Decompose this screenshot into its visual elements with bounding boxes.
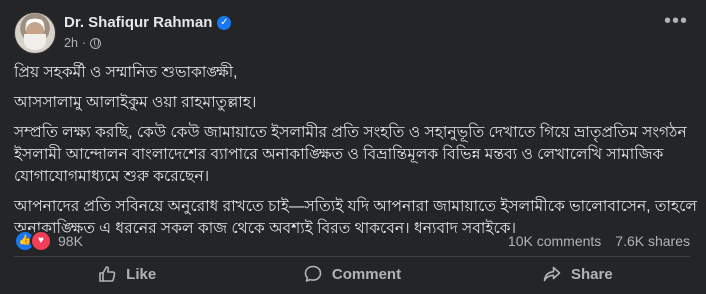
- post-paragraph-2: আসসালামু আলাইকুম ওয়া রাহমাতুল্লাহ।: [14, 94, 257, 111]
- facebook-post: Dr. Shafiqur Rahman ✓ 2h · ••• প্রিয় সহ…: [0, 0, 706, 294]
- share-icon: [543, 266, 561, 282]
- reaction-count: 98K: [58, 233, 83, 249]
- reactions-summary[interactable]: 👍 ♥ 98K: [14, 230, 83, 252]
- share-button[interactable]: Share: [465, 258, 690, 290]
- thumbs-up-icon: [99, 266, 116, 282]
- author-name[interactable]: Dr. Shafiqur Rahman: [64, 14, 212, 31]
- avatar[interactable]: [14, 12, 56, 54]
- post-meta: 2h ·: [64, 36, 102, 50]
- like-label: Like: [126, 265, 157, 283]
- reaction-icons: 👍 ♥: [14, 230, 52, 252]
- post-actions: Like Comment Share: [14, 258, 690, 290]
- post-time[interactable]: 2h: [64, 36, 78, 50]
- engagement-counts: 10K comments 7.6K shares: [508, 233, 690, 249]
- more-options-icon[interactable]: •••: [664, 10, 688, 33]
- like-button[interactable]: Like: [14, 258, 239, 290]
- post-paragraph-1: প্রিয় সহকর্মী ও সম্মানিত শুভাকাঙ্ক্ষী,: [14, 64, 238, 81]
- meta-separator: ·: [81, 36, 87, 50]
- globe-icon: [90, 37, 102, 49]
- divider: [14, 256, 690, 257]
- author-row: Dr. Shafiqur Rahman ✓: [64, 14, 232, 31]
- comment-icon: [304, 265, 322, 282]
- post-stats: 👍 ♥ 98K 10K comments 7.6K shares: [14, 230, 690, 252]
- comments-count[interactable]: 10K comments: [508, 233, 601, 249]
- comment-button[interactable]: Comment: [239, 258, 464, 290]
- comment-label: Comment: [331, 265, 402, 283]
- post-header: Dr. Shafiqur Rahman ✓ 2h · •••: [14, 8, 696, 56]
- share-label: Share: [570, 265, 613, 283]
- shares-count[interactable]: 7.6K shares: [615, 233, 690, 249]
- post-paragraph-3: সম্প্রতি লক্ষ্য করছি, কেউ কেউ জামায়াতে …: [14, 124, 687, 185]
- verified-badge-icon: ✓: [217, 15, 232, 30]
- post-body: প্রিয় সহকর্মী ও সম্মানিত শুভাকাঙ্ক্ষী, …: [14, 62, 698, 248]
- avatar-beard: [24, 34, 46, 50]
- love-reaction-icon: ♥: [30, 230, 52, 252]
